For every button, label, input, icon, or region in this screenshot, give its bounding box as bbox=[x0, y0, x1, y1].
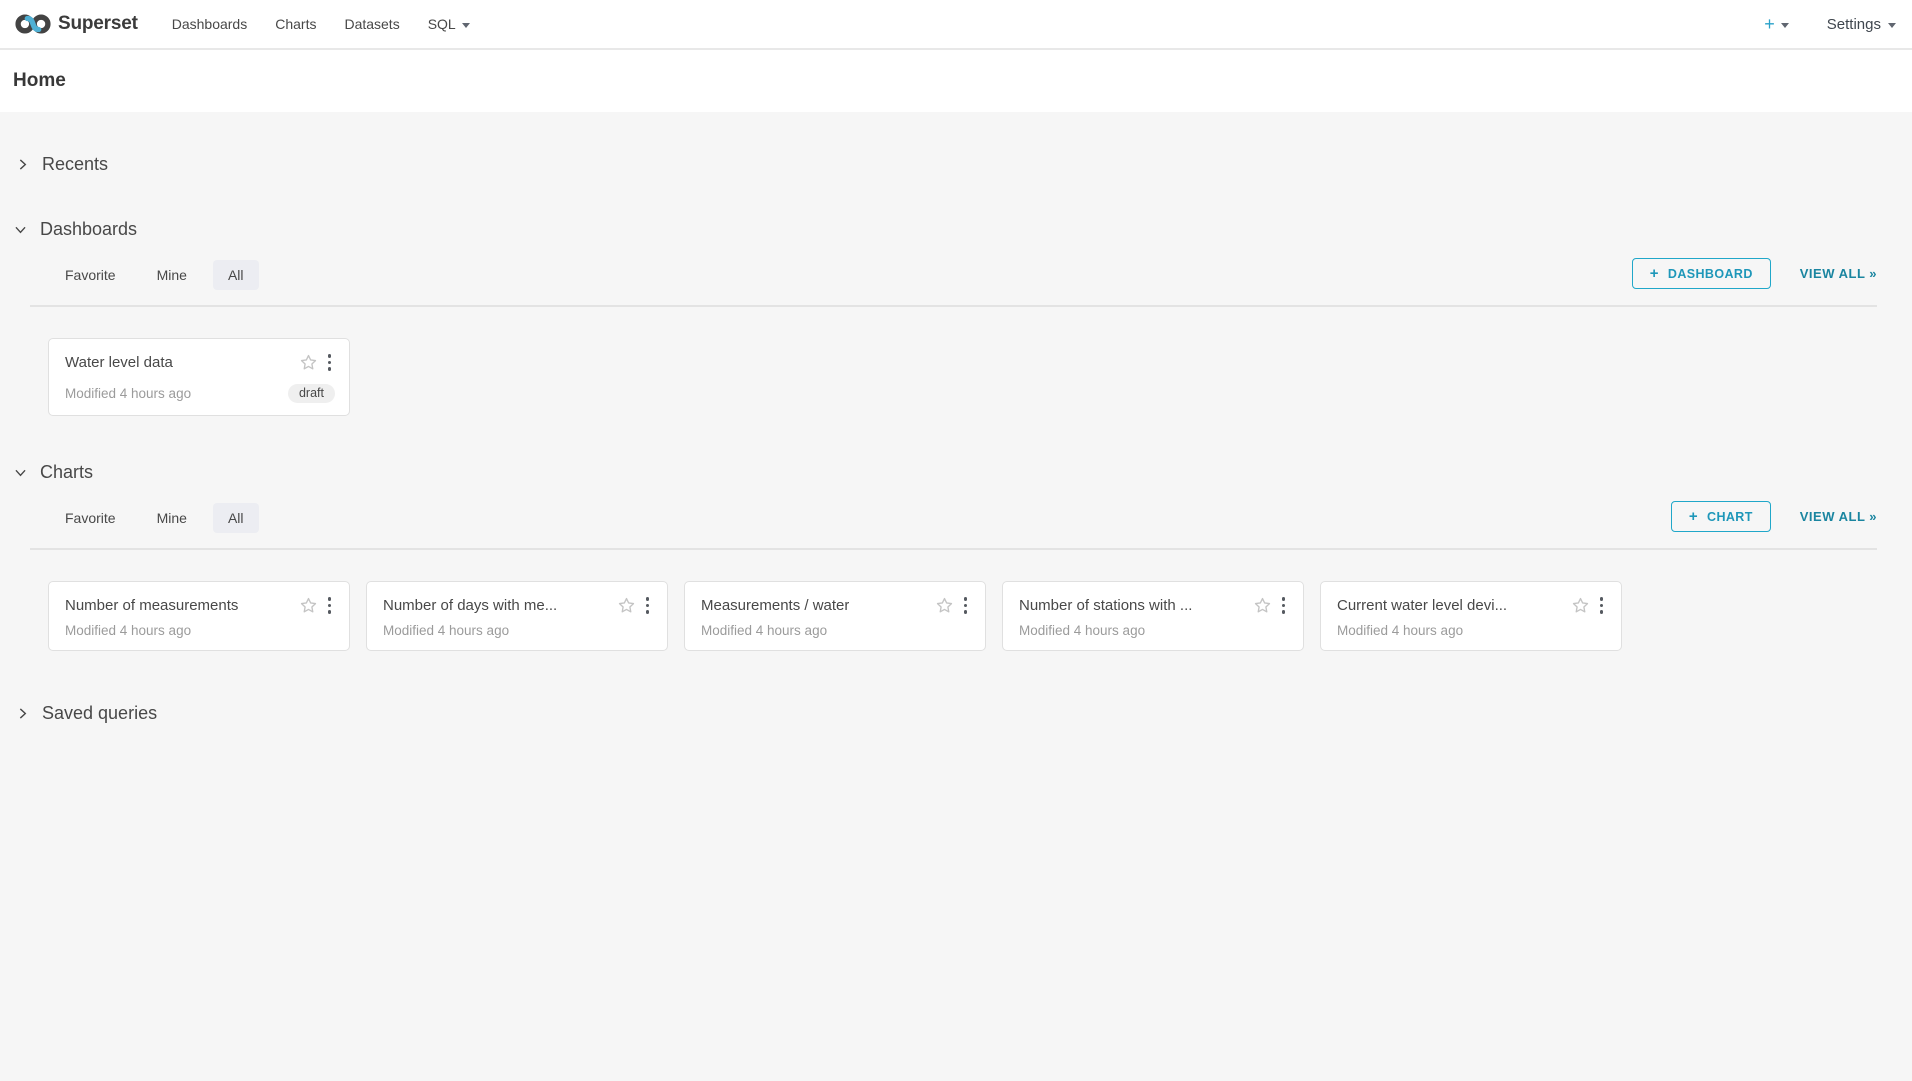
card-title[interactable]: Water level data bbox=[65, 354, 173, 371]
favorite-star-icon[interactable] bbox=[1253, 596, 1272, 615]
kebab-menu-icon[interactable] bbox=[642, 595, 654, 616]
chart-card[interactable]: Current water level devi... Modified 4 h… bbox=[1320, 581, 1622, 651]
card-modified: Modified 4 hours ago bbox=[383, 623, 509, 638]
add-dashboard-button[interactable]: + DASHBOARD bbox=[1632, 258, 1771, 289]
navbar: Superset Dashboards Charts Datasets SQL … bbox=[0, 0, 1912, 50]
favorite-star-icon[interactable] bbox=[299, 353, 318, 372]
chevron-down-icon bbox=[1888, 23, 1896, 28]
dashboards-actions: + DASHBOARD VIEW ALL » bbox=[1632, 258, 1877, 289]
card-title[interactable]: Number of stations with ... bbox=[1019, 597, 1192, 614]
nav-item-sql[interactable]: SQL bbox=[414, 0, 484, 49]
settings-menu-button[interactable]: Settings bbox=[1827, 16, 1896, 33]
section-dashboards: Dashboards Favorite Mine All + DASHBOARD… bbox=[0, 219, 1912, 416]
chevron-down-icon[interactable] bbox=[14, 223, 27, 236]
chevron-right-icon[interactable] bbox=[16, 707, 29, 720]
kebab-menu-icon[interactable] bbox=[324, 595, 336, 616]
nav-item-charts[interactable]: Charts bbox=[261, 0, 330, 49]
charts-view-all-link[interactable]: VIEW ALL » bbox=[1800, 509, 1877, 524]
dashboards-subheader: Favorite Mine All + DASHBOARD VIEW ALL » bbox=[30, 258, 1877, 307]
card-modified: Modified 4 hours ago bbox=[701, 623, 827, 638]
charts-tabs: Favorite Mine All bbox=[50, 503, 259, 533]
section-label: Charts bbox=[40, 462, 93, 483]
tab-all[interactable]: All bbox=[213, 503, 259, 533]
chevron-down-icon[interactable] bbox=[14, 466, 27, 479]
nav-item-datasets[interactable]: Datasets bbox=[330, 0, 413, 49]
card-modified: Modified 4 hours ago bbox=[1019, 623, 1145, 638]
section-dashboards-toggle[interactable]: Dashboards bbox=[0, 219, 1912, 240]
chevron-down-icon bbox=[462, 23, 470, 28]
nav-item-label: Dashboards bbox=[172, 16, 248, 32]
charts-subheader: Favorite Mine All + CHART VIEW ALL » bbox=[30, 501, 1877, 550]
kebab-menu-icon[interactable] bbox=[1596, 595, 1608, 616]
tab-all[interactable]: All bbox=[213, 260, 259, 290]
plus-icon: + bbox=[1764, 15, 1775, 33]
card-title[interactable]: Number of measurements bbox=[65, 597, 238, 614]
plus-icon: + bbox=[1689, 508, 1698, 525]
brand-name: Superset bbox=[58, 13, 138, 35]
chart-card[interactable]: Measurements / water Modified 4 hours ag… bbox=[684, 581, 986, 651]
card-modified: Modified 4 hours ago bbox=[65, 623, 191, 638]
chevron-right-icon[interactable] bbox=[16, 158, 29, 171]
add-chart-button[interactable]: + CHART bbox=[1671, 501, 1771, 532]
section-label: Recents bbox=[42, 154, 108, 175]
card-title[interactable]: Measurements / water bbox=[701, 597, 849, 614]
kebab-menu-icon[interactable] bbox=[960, 595, 972, 616]
chart-card[interactable]: Number of days with me... Modified 4 hou… bbox=[366, 581, 668, 651]
draft-badge: draft bbox=[288, 384, 335, 403]
settings-label: Settings bbox=[1827, 16, 1881, 33]
charts-actions: + CHART VIEW ALL » bbox=[1671, 501, 1877, 532]
tab-mine[interactable]: Mine bbox=[142, 503, 202, 533]
charts-cards-row: Number of measurements Modified 4 hours … bbox=[0, 550, 1912, 651]
home-content: Recents Dashboards Favorite Mine All + D… bbox=[0, 112, 1912, 784]
nav-item-dashboards[interactable]: Dashboards bbox=[158, 0, 262, 49]
favorite-star-icon[interactable] bbox=[1571, 596, 1590, 615]
kebab-menu-icon[interactable] bbox=[1278, 595, 1290, 616]
nav-item-label: Datasets bbox=[344, 16, 399, 32]
add-dashboard-label: DASHBOARD bbox=[1668, 267, 1753, 281]
dashboards-view-all-link[interactable]: VIEW ALL » bbox=[1800, 266, 1877, 281]
favorite-star-icon[interactable] bbox=[617, 596, 636, 615]
dashboard-card[interactable]: Water level data Modified 4 hours ago dr… bbox=[48, 338, 350, 416]
card-modified: Modified 4 hours ago bbox=[1337, 623, 1463, 638]
tab-favorite[interactable]: Favorite bbox=[50, 260, 131, 290]
tab-favorite[interactable]: Favorite bbox=[50, 503, 131, 533]
favorite-star-icon[interactable] bbox=[935, 596, 954, 615]
navbar-right: + Settings bbox=[1764, 15, 1896, 33]
nav-item-label: SQL bbox=[428, 16, 456, 32]
favorite-star-icon[interactable] bbox=[299, 596, 318, 615]
tab-mine[interactable]: Mine bbox=[142, 260, 202, 290]
section-label: Saved queries bbox=[42, 703, 157, 724]
superset-logo[interactable]: Superset bbox=[14, 12, 138, 36]
new-item-menu-button[interactable]: + bbox=[1764, 15, 1789, 33]
page-title: Home bbox=[13, 70, 66, 92]
page-title-band: Home bbox=[0, 50, 1912, 112]
section-charts-toggle[interactable]: Charts bbox=[0, 462, 1912, 483]
kebab-menu-icon[interactable] bbox=[324, 352, 336, 373]
nav-item-label: Charts bbox=[275, 16, 316, 32]
dashboards-tabs: Favorite Mine All bbox=[50, 260, 259, 290]
card-title[interactable]: Number of days with me... bbox=[383, 597, 557, 614]
plus-icon: + bbox=[1650, 265, 1659, 282]
card-title[interactable]: Current water level devi... bbox=[1337, 597, 1507, 614]
chart-card[interactable]: Number of stations with ... Modified 4 h… bbox=[1002, 581, 1304, 651]
main-nav: Dashboards Charts Datasets SQL bbox=[158, 0, 484, 49]
section-label: Dashboards bbox=[40, 219, 137, 240]
section-recents-toggle[interactable]: Recents bbox=[0, 112, 1912, 175]
card-modified: Modified 4 hours ago bbox=[65, 386, 191, 401]
add-chart-label: CHART bbox=[1707, 510, 1753, 524]
chart-card[interactable]: Number of measurements Modified 4 hours … bbox=[48, 581, 350, 651]
section-saved-queries-toggle[interactable]: Saved queries bbox=[0, 703, 1912, 724]
section-charts: Charts Favorite Mine All + CHART VIEW AL… bbox=[0, 462, 1912, 651]
chevron-down-icon bbox=[1781, 23, 1789, 28]
dashboards-cards-row: Water level data Modified 4 hours ago dr… bbox=[0, 307, 1912, 416]
infinity-logo-icon bbox=[14, 12, 52, 36]
